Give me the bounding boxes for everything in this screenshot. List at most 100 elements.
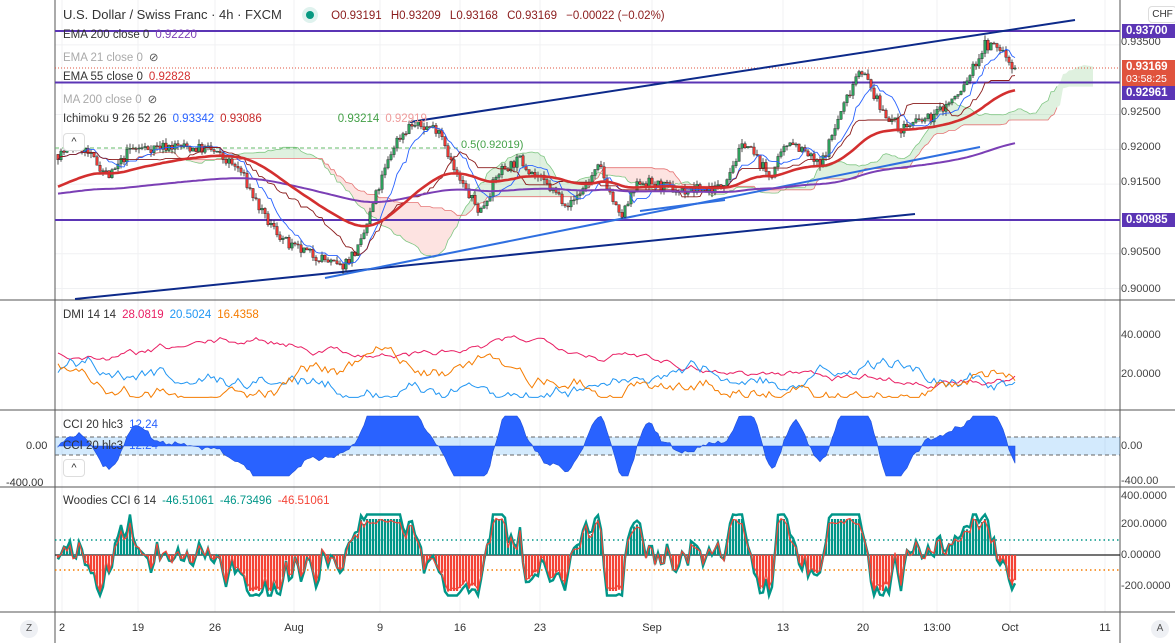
legend-ma200[interactable]: MA 200 close 0 ⊘: [63, 92, 163, 106]
candle-up: [269, 223, 273, 225]
time-axis-label: 2: [58, 622, 66, 634]
ichimoku-cloud-segment: [952, 102, 955, 131]
candle-down: [242, 172, 246, 174]
candle-up: [980, 53, 984, 59]
candle-up: [647, 177, 651, 187]
legend-value: 0.92828: [148, 71, 191, 83]
candle-up: [380, 174, 384, 190]
zoom-reset-button[interactable]: Z: [20, 620, 38, 638]
symbol-title[interactable]: U.S. Dollar / Swiss Franc · 4h · FXCM: [63, 7, 282, 22]
candle-down: [617, 204, 621, 213]
candle-down: [650, 177, 654, 185]
ichimoku-cloud-segment: [961, 105, 964, 127]
legend-cci[interactable]: CCI 20 hlc3 12.24: [63, 419, 164, 431]
ichimoku-cloud-segment: [628, 167, 631, 183]
collapse-legend-button[interactable]: ^: [63, 133, 85, 151]
ichimoku-cloud-segment: [277, 149, 280, 159]
legend-ema21[interactable]: EMA 21 close 0 ⊘: [63, 50, 165, 64]
legend-dmi[interactable]: DMI 14 14 28.0819 20.5024 16.4358: [63, 309, 265, 321]
level-tag-lower: 0.90985: [1122, 213, 1175, 227]
ohlc-high: H0.93209: [390, 10, 441, 22]
ichimoku-cloud-segment: [1072, 68, 1075, 87]
candle-down: [212, 149, 216, 152]
candle-up: [875, 95, 879, 99]
legend-value: 0.93342: [172, 113, 215, 125]
candle-up: [809, 153, 813, 157]
auto-scale-button[interactable]: A: [1151, 620, 1169, 638]
legend-woodies[interactable]: Woodies CCI 6 14 -46.51061 -46.73496 -46.51…: [63, 495, 336, 507]
candle-down: [797, 143, 801, 152]
ichimoku-cloud-segment: [1051, 91, 1054, 117]
ichimoku-cloud-segment: [610, 167, 613, 176]
chart-window[interactable]: U.S. Dollar / Swiss Franc · 4h · FXCM O0…: [0, 0, 1175, 643]
candle-up: [788, 142, 792, 146]
price-axis-label: 0.90000: [1121, 283, 1161, 295]
candle-up: [494, 177, 498, 180]
candle-down: [884, 109, 888, 119]
eye-hidden-icon[interactable]: ⊘: [148, 94, 158, 106]
candle-up: [437, 130, 441, 134]
candle-up: [281, 238, 285, 240]
candle-up: [329, 259, 333, 263]
candle-down: [995, 43, 999, 48]
legend-label: CCI 20 hlc3: [63, 419, 124, 431]
time-axis-label: 16: [453, 622, 467, 634]
eye-hidden-icon[interactable]: ⊘: [149, 52, 159, 64]
candle-up: [485, 201, 489, 206]
ichimoku-cloud-segment: [619, 167, 622, 177]
woodies-axis-label: -200.0000: [1121, 580, 1171, 592]
cci-area: [57, 415, 1016, 477]
candle-down: [446, 145, 450, 158]
ichimoku-cloud-segment: [262, 152, 265, 159]
candle-down: [473, 195, 477, 205]
cci-axis-label: 0.00: [1121, 440, 1143, 452]
legend-ichimoku[interactable]: Ichimoku 9 26 52 26 0.93342 0.93086 0.93214…: [63, 113, 433, 125]
ichimoku-cloud-segment: [991, 114, 994, 125]
legend-cci-duplicate[interactable]: CCI 20 hlc3 12.24: [63, 440, 164, 452]
candle-down: [299, 244, 303, 253]
candle-down: [752, 146, 756, 155]
candle-down: [917, 118, 921, 120]
legend-ema55[interactable]: EMA 55 close 0 0.92828: [63, 71, 196, 83]
ichimoku-cloud-segment: [847, 164, 850, 179]
ichimoku-cloud-segment: [889, 154, 892, 169]
candle-down: [266, 213, 270, 225]
candle-down: [335, 260, 339, 264]
candle-up: [470, 195, 474, 199]
legend-value: 16.4358: [217, 309, 259, 321]
ichimoku-cloud-segment: [616, 167, 619, 177]
legend-ema200[interactable]: EMA 200 close 0 0.92220: [63, 29, 203, 41]
market-status-icon: [305, 11, 314, 19]
candle-down: [992, 42, 996, 45]
ichimoku-cloud-segment: [988, 113, 991, 125]
candle-down: [422, 126, 426, 130]
candle-up: [191, 147, 195, 152]
candle-up: [959, 90, 963, 95]
time-axis-label: 20: [856, 622, 870, 634]
candle-up: [830, 135, 834, 140]
ichimoku-cloud-segment: [199, 159, 202, 164]
candle-down: [743, 143, 747, 149]
ichimoku-cloud-segment: [439, 207, 442, 255]
candle-up: [785, 145, 789, 147]
candle-down: [248, 187, 252, 189]
level-tag-upper: 0.93700: [1122, 24, 1175, 38]
candle-up: [596, 164, 600, 170]
ohlc-low: L0.93168: [449, 10, 498, 22]
candle-up: [371, 203, 375, 213]
candle-up: [716, 184, 720, 186]
currency-dropdown[interactable]: CHF: [1148, 6, 1175, 23]
chart-canvas[interactable]: [0, 0, 1175, 643]
candle-down: [872, 87, 876, 99]
ichimoku-cloud-segment: [406, 202, 409, 243]
candle-down: [764, 162, 768, 172]
time-axis-label: 13:00: [923, 622, 951, 634]
legend-label: EMA 200 close 0: [63, 29, 150, 41]
collapse-legend-button[interactable]: ^: [63, 459, 85, 477]
ichimoku-cloud-segment: [985, 113, 988, 125]
ichimoku-cloud-segment: [445, 210, 448, 249]
dmi-axis-label: 40.0000: [1121, 329, 1161, 341]
ichimoku-cloud-segment: [997, 114, 1000, 125]
ichimoku-cloud-segment: [940, 107, 943, 134]
candle-down: [236, 166, 240, 169]
